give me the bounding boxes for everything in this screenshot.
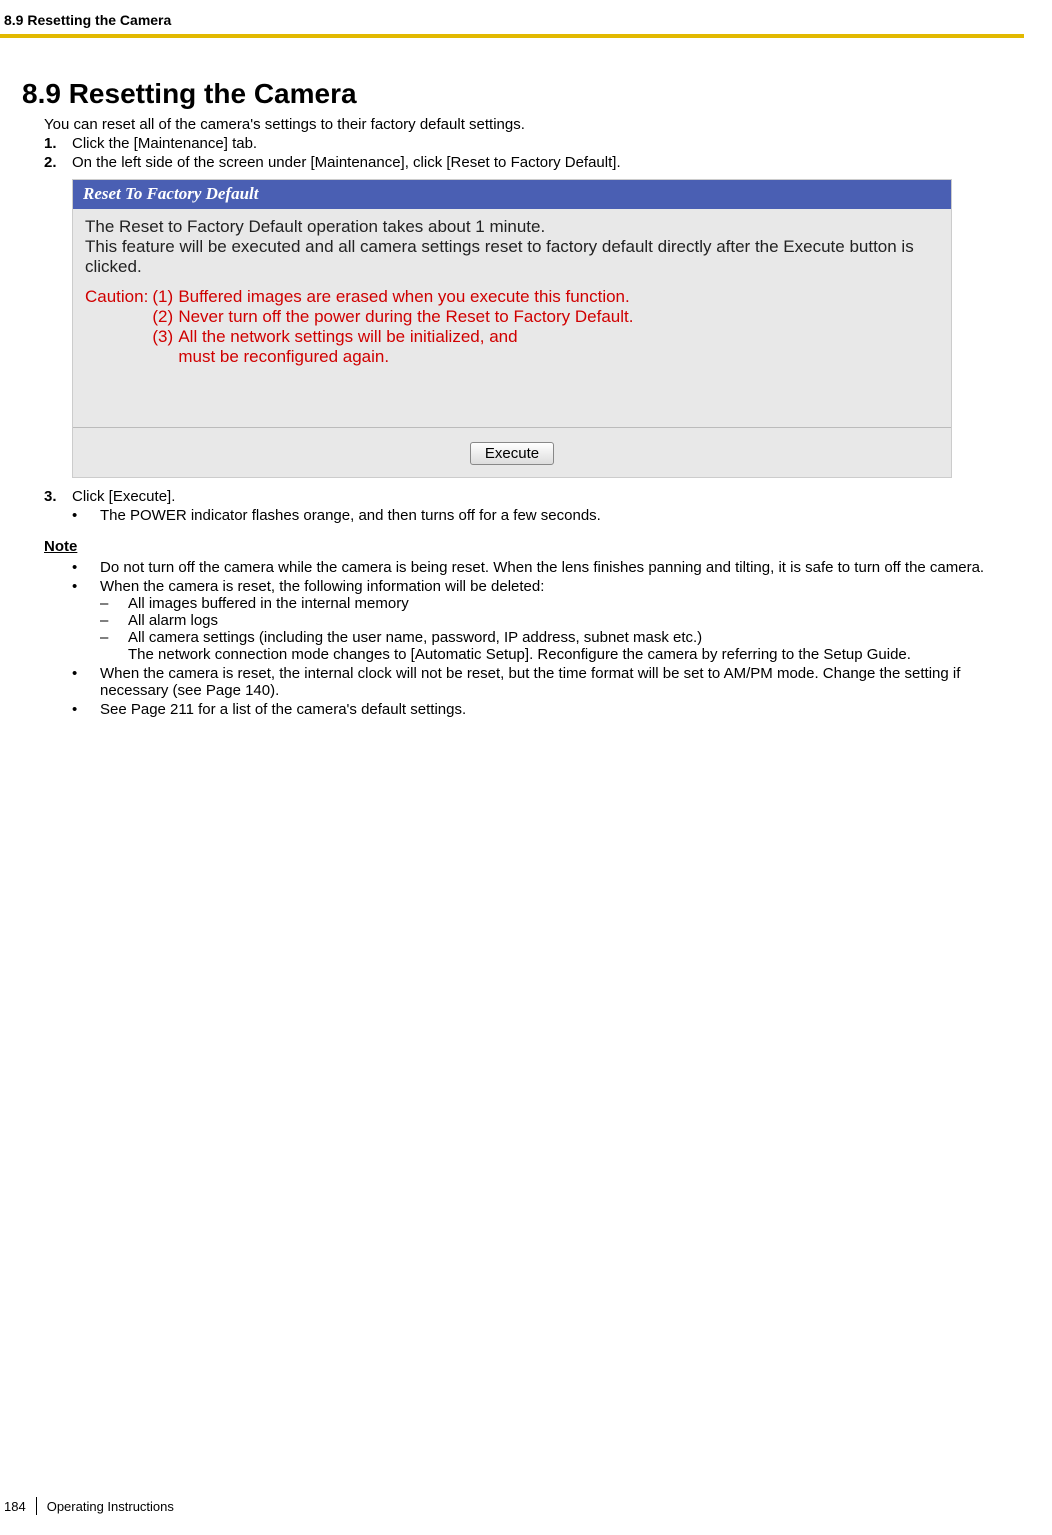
note-list: • Do not turn off the camera while the c… (72, 559, 1024, 718)
dash-text: All images buffered in the internal memo… (128, 595, 409, 612)
step-3-sub: • The POWER indicator flashes orange, an… (72, 507, 1024, 524)
bullet-icon: • (72, 507, 100, 524)
caution-text: Never turn off the power during the Rese… (178, 307, 633, 327)
note-text: When the camera is reset, the following … (100, 578, 911, 663)
step-number: 1. (44, 135, 72, 152)
page-number: 184 (0, 1499, 36, 1514)
note-item-2: • When the camera is reset, the followin… (72, 578, 1024, 663)
caution-num: (3) (152, 327, 178, 367)
step-number: 3. (44, 488, 72, 505)
caution-item-1: (1) Buffered images are erased when you … (152, 287, 939, 307)
dash-icon: – (100, 595, 128, 612)
note-text: See Page 211 for a list of the camera's … (100, 701, 466, 718)
note-item-3: • When the camera is reset, the internal… (72, 665, 1024, 699)
screenshot-caution: Caution: (1) Buffered images are erased … (85, 287, 939, 367)
bullet-icon: • (72, 559, 100, 576)
dash-icon: – (100, 612, 128, 629)
dash-icon: – (100, 629, 128, 663)
intro-text: You can reset all of the camera's settin… (44, 116, 1024, 133)
body-content: You can reset all of the camera's settin… (0, 116, 1024, 718)
caution-item-3: (3) All the network settings will be ini… (152, 327, 939, 367)
note-text-line: When the camera is reset, the following … (100, 578, 911, 595)
caution-text: Buffered images are erased when you exec… (178, 287, 629, 307)
note-heading: Note (44, 538, 1024, 555)
header-divider (0, 34, 1024, 38)
step-text: Click [Execute]. (72, 488, 175, 505)
caution-text: All the network settings will be initial… (178, 327, 517, 367)
caution-text-line2: must be reconfigured again. (178, 347, 389, 366)
screenshot-line1: The Reset to Factory Default operation t… (85, 217, 939, 237)
screenshot-divider (73, 427, 951, 428)
bullet-icon: • (72, 665, 100, 699)
step-3: 3. Click [Execute]. (44, 488, 1024, 505)
screenshot-line2: This feature will be executed and all ca… (85, 237, 939, 277)
step-text: Click the [Maintenance] tab. (72, 135, 257, 152)
dash-text-line2: The network connection mode changes to [… (128, 646, 911, 663)
screenshot-panel: Reset To Factory Default The Reset to Fa… (72, 179, 952, 478)
caution-item-2: (2) Never turn off the power during the … (152, 307, 939, 327)
footer-doc-title: Operating Instructions (47, 1499, 174, 1514)
screenshot-body: The Reset to Factory Default operation t… (73, 209, 951, 432)
dash-text: All camera settings (including the user … (128, 629, 911, 663)
screenshot-title-bar: Reset To Factory Default (73, 180, 951, 209)
footer-separator (36, 1497, 37, 1515)
screenshot-button-row: Execute (73, 432, 951, 477)
step-1: 1. Click the [Maintenance] tab. (44, 135, 1024, 152)
step-number: 2. (44, 154, 72, 171)
bullet-icon: • (72, 701, 100, 718)
execute-button[interactable]: Execute (470, 442, 554, 465)
dash-item-2: – All alarm logs (100, 612, 911, 629)
dash-item-3: – All camera settings (including the use… (100, 629, 911, 663)
note-text: Do not turn off the camera while the cam… (100, 559, 984, 576)
note-item-4: • See Page 211 for a list of the camera'… (72, 701, 1024, 718)
bullet-icon: • (72, 578, 100, 663)
note-text: When the camera is reset, the internal c… (100, 665, 1024, 699)
dash-item-1: – All images buffered in the internal me… (100, 595, 911, 612)
section-heading: 8.9 Resetting the Camera (0, 78, 1024, 110)
dash-text: All alarm logs (128, 612, 218, 629)
caution-text-line1: All the network settings will be initial… (178, 327, 517, 346)
page-header-breadcrumb: 8.9 Resetting the Camera (0, 12, 1024, 34)
caution-list: (1) Buffered images are erased when you … (152, 287, 939, 367)
page-footer: 184 Operating Instructions (0, 1497, 174, 1515)
caution-label: Caution: (85, 287, 152, 367)
note-item-1: • Do not turn off the camera while the c… (72, 559, 1024, 576)
step-2: 2. On the left side of the screen under … (44, 154, 1024, 171)
step-text: On the left side of the screen under [Ma… (72, 154, 621, 171)
sub-text: The POWER indicator flashes orange, and … (100, 507, 601, 524)
caution-num: (2) (152, 307, 178, 327)
dash-text-line1: All camera settings (including the user … (128, 629, 911, 646)
caution-num: (1) (152, 287, 178, 307)
